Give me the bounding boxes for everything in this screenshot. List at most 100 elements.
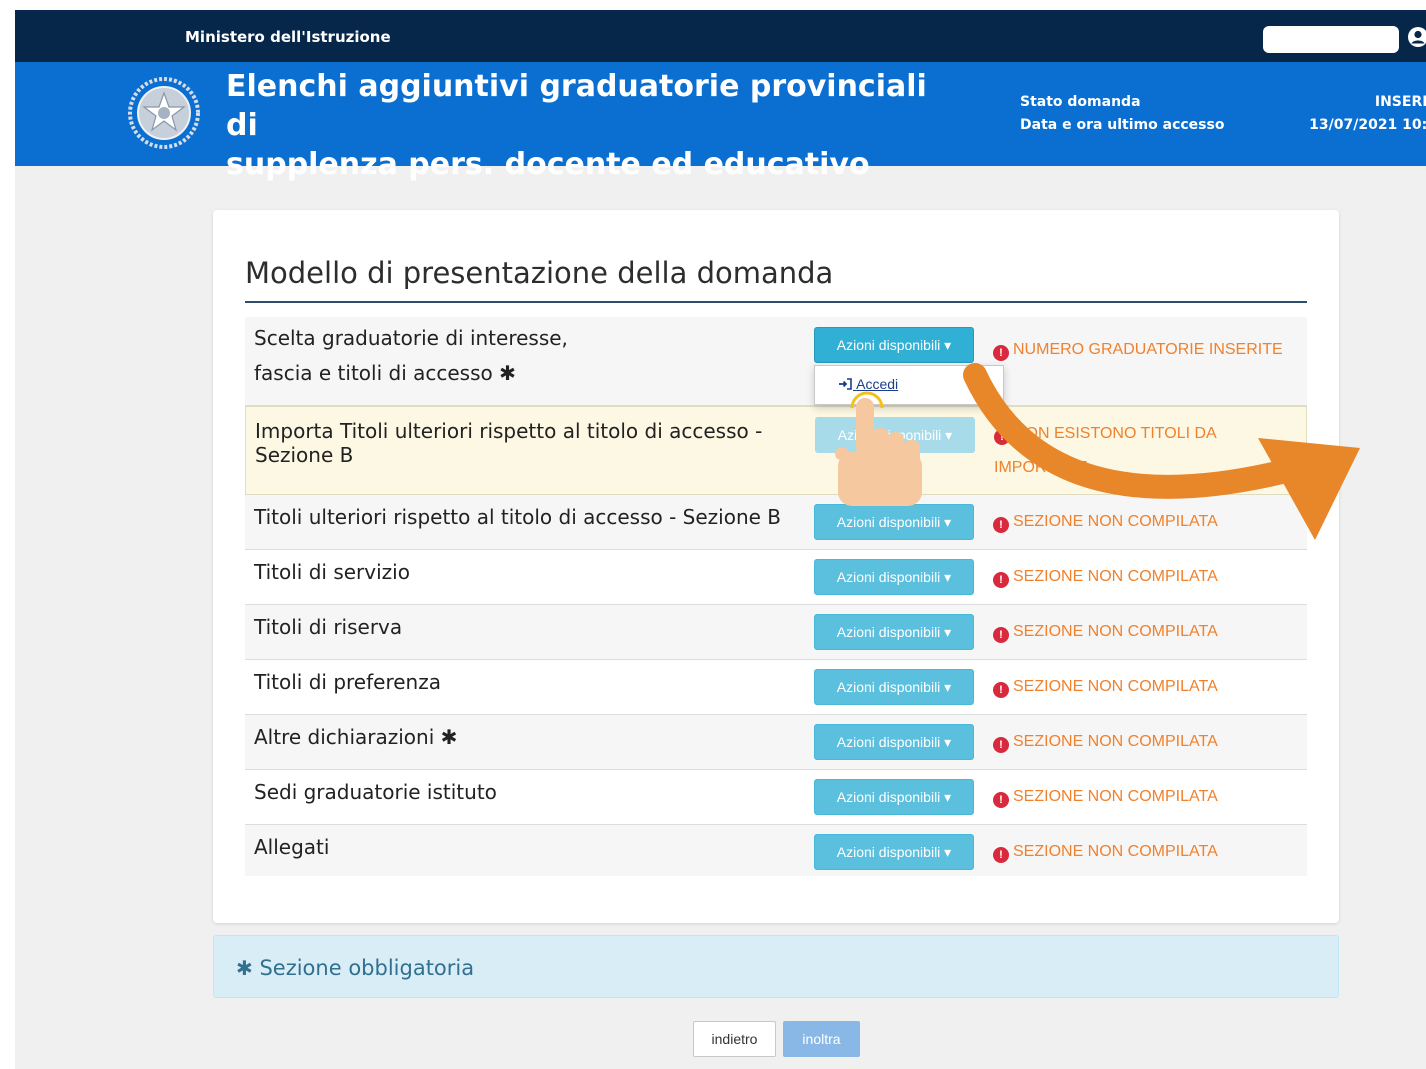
back-button[interactable]: indietro <box>693 1021 776 1057</box>
section-row-altre-dichiarazioni: Altre dichiarazioni ✱ Azioni disponibili… <box>245 715 1307 770</box>
app-title: Elenchi aggiuntivi graduatorie provincia… <box>226 67 946 184</box>
section-status-text: SEZIONE NON COMPILATA <box>1013 843 1218 860</box>
error-circle-icon: ! <box>993 627 1009 643</box>
section-status-text: SEZIONE NON COMPILATA <box>1013 678 1218 695</box>
section-row-titoli-preferenza: Titoli di preferenza Azioni disponibili … <box>245 660 1307 715</box>
app-header: Elenchi aggiuntivi graduatorie provincia… <box>15 62 1426 182</box>
republic-emblem-icon <box>128 77 200 149</box>
status-labels: Stato domanda Data e ora ultimo accesso <box>1020 91 1224 137</box>
error-circle-icon: ! <box>993 792 1009 808</box>
user-name-field[interactable] <box>1263 26 1399 53</box>
actions-dropdown-button[interactable]: Azioni disponibili ▾ <box>814 669 974 705</box>
actions-button-label: Azioni disponibili <box>836 679 941 695</box>
section-status: ! SEZIONE NON COMPILATA <box>993 780 1307 814</box>
section-status: ! NUMERO GRADUATORIE INSERITE <box>993 333 1307 367</box>
actions-dropdown-button[interactable]: Azioni disponibili ▾ <box>814 779 974 815</box>
actions-button-label: Azioni disponibili <box>836 514 941 530</box>
actions-dropdown-menu: Accedi <box>814 365 1004 405</box>
error-circle-icon: ! <box>993 345 1009 361</box>
section-status-text: SEZIONE NON COMPILATA <box>1013 623 1218 640</box>
error-circle-icon: ! <box>993 682 1009 698</box>
section-row-sedi-graduatorie: Sedi graduatorie istituto Azioni disponi… <box>245 770 1307 825</box>
status-value: INSERIT <box>1374 94 1426 110</box>
section-status-text: SEZIONE NON COMPILATA <box>1013 568 1218 585</box>
section-label: Titoli di riserva <box>254 615 403 639</box>
section-label: Altre dichiarazioni ✱ <box>254 725 799 749</box>
error-circle-icon: ! <box>993 517 1009 533</box>
error-circle-icon: ! <box>993 737 1009 753</box>
actions-button-label: Azioni disponibili <box>836 789 941 805</box>
section-status: ! SEZIONE NON COMPILATA <box>993 505 1307 539</box>
user-circle-icon[interactable] <box>1407 26 1426 48</box>
section-label-line1: Importa Titoli ulteriori rispetto al tit… <box>255 419 763 443</box>
last-access-value: 13/07/2021 10:1 <box>1309 117 1426 133</box>
asterisk-icon: ✱ <box>499 361 516 385</box>
section-status-line2: IMPORTARE <box>994 459 1088 476</box>
section-status-text: NON ESISTONO TITOLI DA <box>1014 425 1217 442</box>
section-label-line2: Sezione B <box>255 443 354 467</box>
actions-dropdown-button[interactable]: Azioni disponibili ▾ <box>814 504 974 540</box>
section-row-scelta-graduatorie: Scelta graduatorie di interesse, fascia … <box>245 317 1307 406</box>
actions-button-label: Azioni disponibili <box>836 624 941 640</box>
section-label: Titoli di preferenza <box>254 670 441 694</box>
section-label-text: fascia e titoli di accesso <box>254 361 493 385</box>
actions-button-label: Azioni disponibili <box>836 734 941 750</box>
section-row-titoli-ulteriori: Titoli ulteriori rispetto al titolo di a… <box>245 495 1307 550</box>
section-row-titoli-riserva: Titoli di riserva Azioni disponibili ▾ !… <box>245 605 1307 660</box>
section-label: Importa Titoli ulteriori rispetto al tit… <box>255 419 800 467</box>
section-label: Allegati <box>254 835 330 859</box>
actions-dropdown-button[interactable]: Azioni disponibili ▾ <box>814 559 974 595</box>
error-circle-icon: ! <box>994 429 1010 445</box>
section-row-allegati: Allegati Azioni disponibili ▾ ! SEZIONE N… <box>245 825 1307 876</box>
section-status: ! SEZIONE NON COMPILATA <box>993 615 1307 649</box>
main-card: Modello di presentazione della domanda S… <box>213 210 1339 923</box>
last-access-label: Data e ora ultimo accesso <box>1020 117 1225 133</box>
login-arrow-icon <box>839 378 852 390</box>
section-label: Scelta graduatorie di interesse, fascia … <box>254 321 799 391</box>
section-label-line1: Scelta graduatorie di interesse, <box>254 326 568 350</box>
top-bar: Ministero dell'Istruzione <box>15 10 1426 62</box>
status-values: INSERIT 13/07/2021 10:1 <box>1277 91 1426 137</box>
title-divider <box>245 301 1307 303</box>
actions-button-label: Azioni disponibili <box>836 844 941 860</box>
section-label-line2: fascia e titoli di accesso ✱ <box>254 356 799 391</box>
actions-button-label: Azioni disponibili <box>836 337 941 353</box>
section-status: ! SEZIONE NON COMPILATA <box>993 560 1307 594</box>
section-status-text: SEZIONE NON COMPILATA <box>1013 788 1218 805</box>
legend-label: Sezione obbligatoria <box>259 956 475 980</box>
mandatory-legend: ✱ Sezione obbligatoria <box>213 935 1339 998</box>
section-label: Sedi graduatorie istituto <box>254 780 497 804</box>
section-status-line1: ! NON ESISTONO TITOLI DA <box>994 417 1308 451</box>
actions-dropdown-button[interactable]: Azioni disponibili ▾ <box>814 834 974 870</box>
section-row-titoli-servizio: Titoli di servizio Azioni disponibili ▾ … <box>245 550 1307 605</box>
status-label: Stato domanda <box>1020 94 1141 110</box>
section-status: ! SEZIONE NON COMPILATA <box>993 835 1307 869</box>
page-title: Modello di presentazione della domanda <box>245 256 834 290</box>
actions-button-label: Azioni disponibili <box>837 427 942 443</box>
actions-dropdown-button[interactable]: Azioni disponibili ▾ <box>814 724 974 760</box>
section-status: ! SEZIONE NON COMPILATA <box>993 725 1307 759</box>
actions-button-label: Azioni disponibili <box>836 569 941 585</box>
section-label-text: Altre dichiarazioni <box>254 725 435 749</box>
section-label: Titoli di servizio <box>254 560 410 584</box>
section-status: ! SEZIONE NON COMPILATA <box>993 670 1307 704</box>
menu-item-accedi[interactable]: Accedi <box>839 376 898 392</box>
actions-dropdown-button[interactable]: Azioni disponibili ▾ <box>814 327 974 363</box>
error-circle-icon: ! <box>993 847 1009 863</box>
asterisk-icon: ✱ <box>440 725 458 749</box>
submit-button[interactable]: inoltra <box>783 1021 860 1057</box>
ministry-name: Ministero dell'Istruzione <box>185 28 391 46</box>
asterisk-icon: ✱ <box>236 956 253 980</box>
app-title-line1: Elenchi aggiuntivi graduatorie provincia… <box>226 69 927 143</box>
app-title-line2: supplenza pers. docente ed educativo <box>226 147 870 182</box>
section-status-text: SEZIONE NON COMPILATA <box>1013 733 1218 750</box>
section-status-text: NUMERO GRADUATORIE INSERITE <box>1013 341 1283 358</box>
section-row-importa-titoli: Importa Titoli ulteriori rispetto al tit… <box>245 406 1307 495</box>
section-label: Titoli ulteriori rispetto al titolo di a… <box>254 505 782 529</box>
section-status-text: SEZIONE NON COMPILATA <box>1013 513 1218 530</box>
menu-item-label: Accedi <box>856 376 899 392</box>
legend-text: ✱ Sezione obbligatoria <box>236 956 474 980</box>
section-status: ! NON ESISTONO TITOLI DA IMPORTARE <box>994 417 1308 485</box>
actions-dropdown-button[interactable]: Azioni disponibili ▾ <box>815 417 975 453</box>
actions-dropdown-button[interactable]: Azioni disponibili ▾ <box>814 614 974 650</box>
